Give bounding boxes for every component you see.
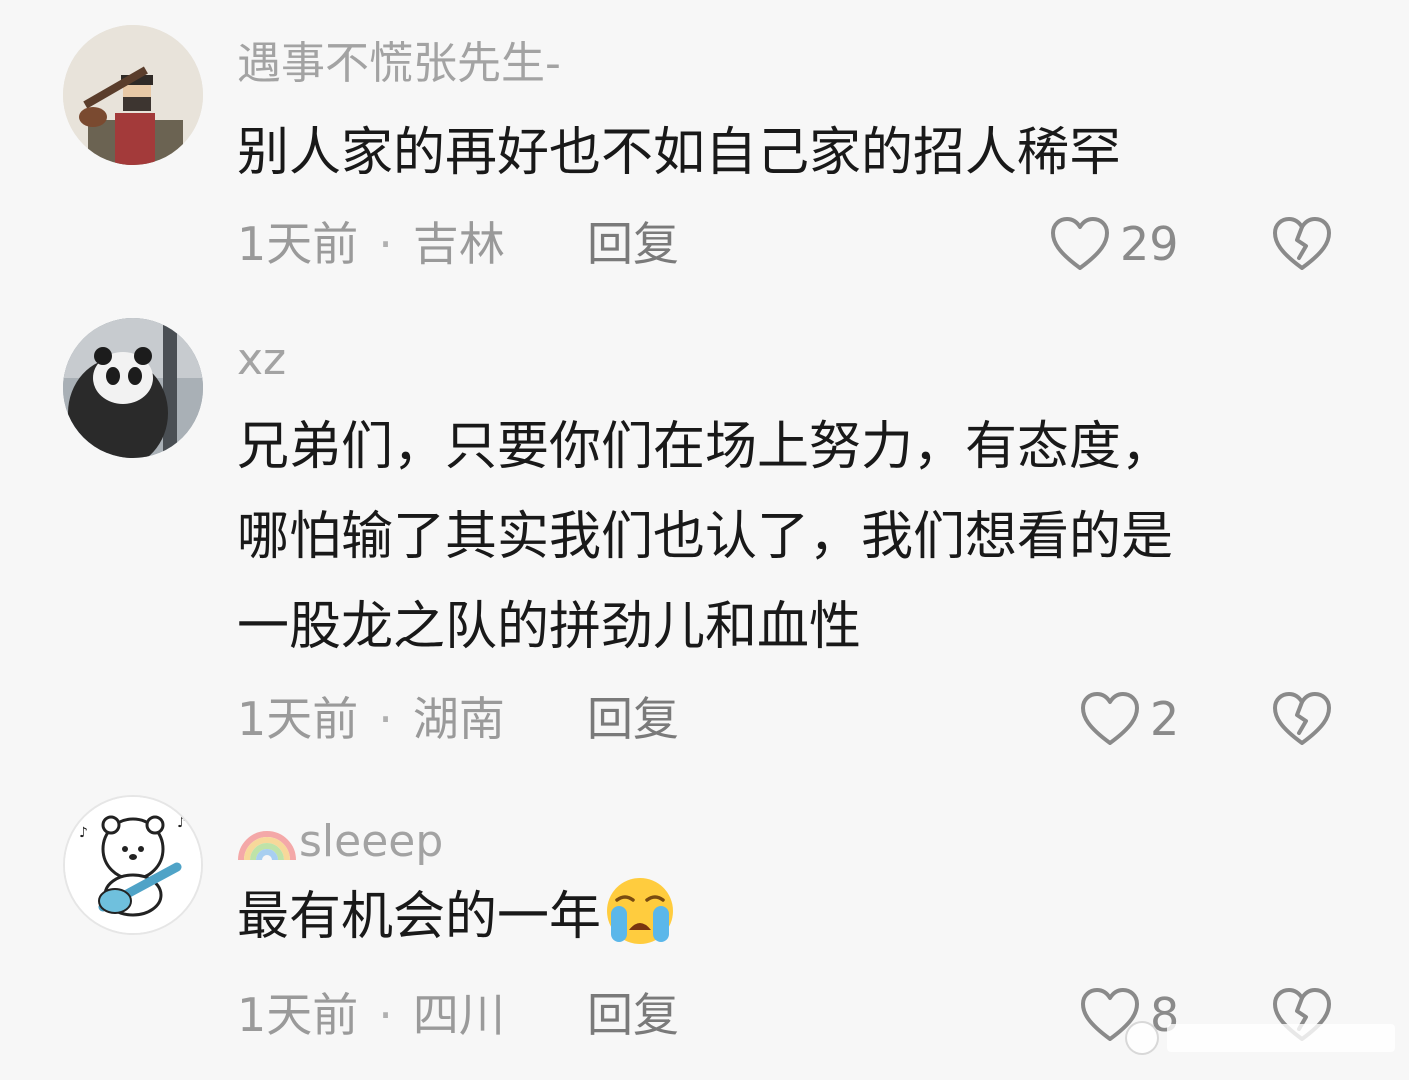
comment-meta: 1天前 · 四川 回复 (237, 985, 679, 1045)
dislike-button[interactable] (1272, 214, 1332, 274)
comment-line: 别人家的再好也不如自己家的招人稀罕 (237, 123, 1122, 183)
avatar[interactable]: ♪ ♪ (63, 795, 203, 935)
username[interactable]: xz (237, 338, 286, 382)
avatar[interactable] (63, 318, 203, 458)
like-button[interactable]: 29 (1050, 214, 1179, 274)
comment-location: 吉林 (412, 217, 505, 271)
svg-text:♪: ♪ (177, 815, 186, 831)
reply-button[interactable]: 回复 (587, 214, 679, 274)
comment-line-text: 最有机会的一年 (237, 887, 602, 947)
comment-line: 兄弟们，只要你们在场上努力，有态度， (237, 417, 1174, 477)
avatar[interactable] (63, 25, 203, 165)
rainbow-icon (237, 810, 297, 868)
comment-location: 湖南 (412, 692, 505, 746)
watermark-bar (1167, 1024, 1395, 1052)
comment-time: 1天前 (237, 988, 359, 1042)
comment-line: 最有机会的一年 (237, 872, 1347, 974)
man-with-guitar-avatar-icon (63, 25, 203, 165)
heart-outline-icon (1081, 692, 1139, 745)
broken-heart-icon (1273, 217, 1331, 270)
watermark-logo-icon (1125, 1021, 1159, 1055)
comment-time: 1天前 (237, 217, 359, 271)
like-count: 2 (1150, 692, 1180, 746)
watermark (1125, 1018, 1395, 1058)
username[interactable]: sleeep (237, 810, 443, 868)
broken-heart-icon (1273, 692, 1331, 745)
username-text: sleeep (299, 816, 444, 867)
comment-line: 一股龙之队的拼劲儿和血性 (237, 597, 862, 657)
bear-with-guitar-avatar-icon: ♪ ♪ (65, 797, 201, 933)
separator: · (378, 217, 393, 271)
reply-button[interactable]: 回复 (587, 689, 679, 749)
like-button[interactable]: 2 (1080, 689, 1179, 749)
dislike-button[interactable] (1272, 689, 1332, 749)
comment-meta: 1天前 · 湖南 回复 (237, 689, 679, 749)
comment-text: 兄弟们，只要你们在场上努力，有态度， 哪怕输了其实我们也认了，我们想看的是 一股… (237, 402, 1347, 672)
comment-location: 四川 (412, 988, 505, 1042)
comment-meta: 1天前 · 吉林 回复 (237, 214, 679, 274)
svg-text:♪: ♪ (79, 825, 88, 841)
comment-line: 哪怕输了其实我们也认了，我们想看的是 (237, 507, 1174, 567)
panda-avatar-icon (63, 318, 203, 458)
username[interactable]: 遇事不慌张先生- (237, 42, 561, 86)
reply-button[interactable]: 回复 (587, 985, 679, 1045)
separator: · (378, 988, 393, 1042)
like-count: 29 (1120, 217, 1179, 271)
comment-time: 1天前 (237, 692, 359, 746)
comment-text: 最有机会的一年 (237, 872, 1347, 974)
heart-outline-icon (1051, 217, 1109, 270)
separator: · (378, 692, 393, 746)
crying-face-emoji (603, 876, 677, 974)
comment-text: 别人家的再好也不如自己家的招人稀罕 (237, 108, 1347, 198)
